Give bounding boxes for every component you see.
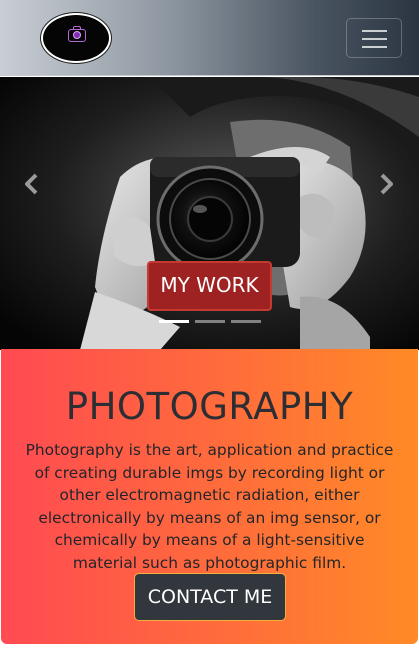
chevron-right-icon bbox=[380, 173, 393, 195]
camera-logo-icon[interactable] bbox=[41, 13, 111, 63]
hamburger-icon bbox=[362, 30, 387, 32]
page-title: PHOTOGRAPHY bbox=[65, 385, 354, 428]
carousel-indicator-3[interactable] bbox=[231, 320, 261, 323]
page-bottom bbox=[0, 650, 419, 670]
about-description: Photography is the art, application and … bbox=[25, 441, 394, 572]
menu-toggle-button[interactable] bbox=[346, 18, 402, 58]
hero-carousel: MY WORK bbox=[0, 77, 419, 350]
my-work-button[interactable]: MY WORK bbox=[147, 261, 272, 311]
chevron-left-icon bbox=[25, 173, 38, 195]
carousel-next-button[interactable] bbox=[376, 172, 396, 196]
navbar bbox=[0, 0, 419, 76]
carousel-prev-button[interactable] bbox=[22, 172, 42, 196]
carousel-indicator-2[interactable] bbox=[195, 320, 225, 323]
carousel-indicator-1[interactable] bbox=[159, 320, 189, 323]
contact-me-button[interactable]: CONTACT ME bbox=[134, 573, 286, 621]
about-card: PHOTOGRAPHY Photography is the art, appl… bbox=[1, 349, 418, 644]
